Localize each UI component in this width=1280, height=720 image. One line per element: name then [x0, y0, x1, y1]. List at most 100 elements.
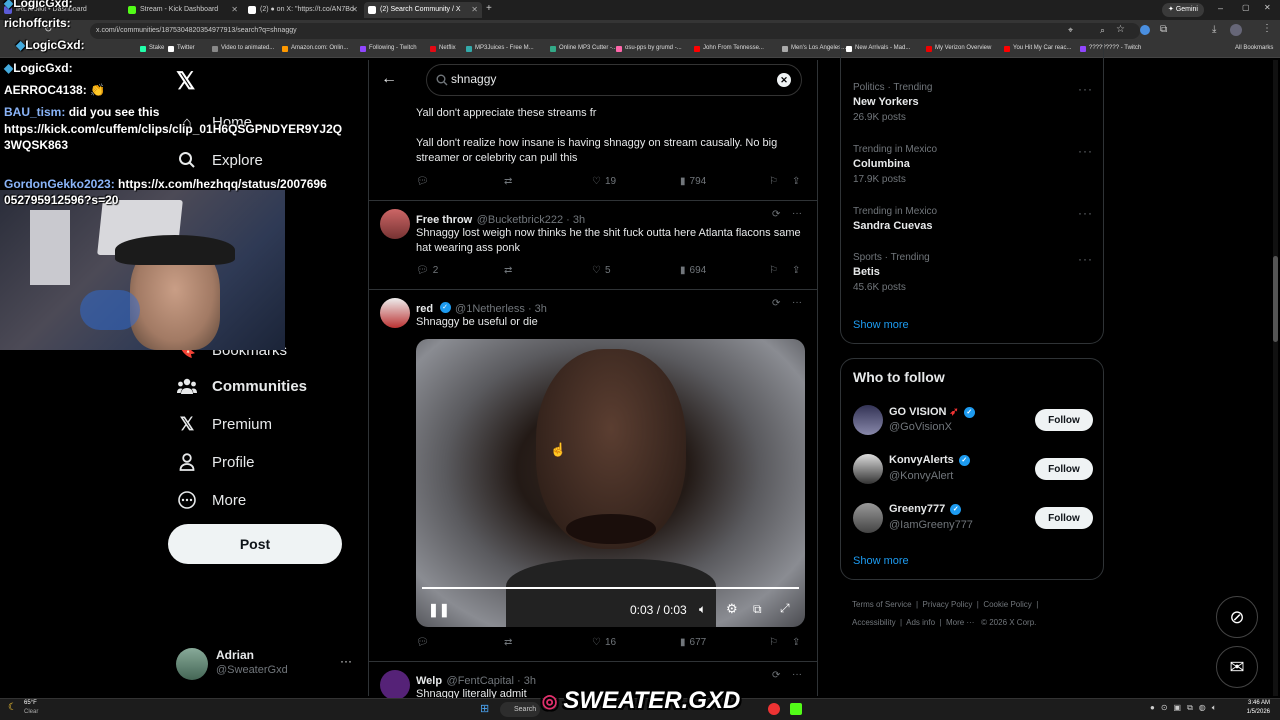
- chrome-icon[interactable]: [768, 703, 780, 715]
- share-icon[interactable]: ⇪: [792, 637, 800, 648]
- close-window-icon[interactable]: ✕: [1264, 3, 1271, 12]
- retweet-icon[interactable]: ⇄: [504, 265, 512, 276]
- follow-suggestion[interactable]: GO VISION ➶ ✓ @GoVisionX Follow: [853, 403, 1093, 439]
- follow-button[interactable]: Follow: [1035, 458, 1093, 480]
- follow-button[interactable]: Follow: [1035, 507, 1093, 529]
- bookmark-item[interactable]: Netflix: [430, 45, 456, 52]
- reply-icon[interactable]: 💬︎: [416, 176, 429, 187]
- tweet-more-icon[interactable]: ···: [792, 669, 802, 680]
- grok-icon[interactable]: ⟳: [772, 209, 780, 220]
- nav-profile[interactable]: Profile: [176, 444, 255, 480]
- trend-more-icon[interactable]: ···: [1078, 82, 1093, 96]
- share-icon[interactable]: ⇪: [792, 265, 800, 276]
- tweet-more-icon[interactable]: ···: [792, 208, 802, 219]
- profile-avatar-icon[interactable]: [1230, 24, 1242, 36]
- extensions-puzzle-icon[interactable]: ⧉: [1160, 24, 1167, 35]
- browser-menu-icon[interactable]: ⋮: [1262, 23, 1272, 34]
- trend-item[interactable]: Sports · Trending Betis 45.6K posts ···: [853, 252, 1093, 293]
- nav-communities[interactable]: Communities: [176, 368, 307, 404]
- picture-in-picture-icon[interactable]: ⧉: [753, 602, 762, 617]
- bookmark-item[interactable]: Online MP3 Cutter -...: [550, 45, 617, 52]
- reply-icon[interactable]: 💬︎: [416, 637, 429, 648]
- search-input[interactable]: [451, 72, 751, 86]
- views-button[interactable]: ▮ 694: [680, 265, 706, 276]
- settings-gear-icon[interactable]: ⚙: [726, 601, 738, 617]
- grok-icon[interactable]: ⟳: [772, 670, 780, 681]
- share-icon[interactable]: ⇪: [792, 176, 800, 187]
- volume-icon[interactable]: 🔈︎: [699, 602, 706, 617]
- grok-icon[interactable]: ⟳: [772, 298, 780, 309]
- new-tab-button[interactable]: +: [486, 3, 492, 14]
- follow-suggestion[interactable]: KonvyAlerts ✓ @KonvyAlert Follow: [853, 452, 1093, 488]
- follow-suggestion[interactable]: Greeny777 ✓ @IamGreeny777 Follow: [853, 501, 1093, 537]
- retweet-icon[interactable]: ⇄: [504, 176, 512, 187]
- video-progress-track[interactable]: [422, 587, 799, 589]
- extension-icon[interactable]: [1140, 25, 1150, 35]
- post-button[interactable]: Post: [168, 524, 342, 564]
- footer-link[interactable]: Privacy Policy: [923, 600, 973, 609]
- nav-more[interactable]: More: [176, 482, 246, 518]
- footer-link[interactable]: Ads info: [906, 618, 935, 627]
- tweet[interactable]: Free throw @Bucketbrick222 · 3h ⟳ ··· Sh…: [368, 201, 818, 290]
- tweet-author[interactable]: Free throw: [416, 214, 472, 226]
- bookmark-star-icon[interactable]: ☆: [1116, 24, 1125, 35]
- trend-more-icon[interactable]: ···: [1078, 252, 1093, 266]
- tweet[interactable]: Yall don't appreciate these streams fr Y…: [368, 98, 818, 201]
- trend-item[interactable]: Politics · Trending New Yorkers 26.9K po…: [853, 82, 1093, 123]
- retweet-icon[interactable]: ⇄: [504, 637, 512, 648]
- fullscreen-icon[interactable]: ⤢: [780, 601, 790, 616]
- trend-item[interactable]: Trending in Mexico Sandra Cuevas ···: [853, 206, 1093, 232]
- follow-button[interactable]: Follow: [1035, 409, 1093, 431]
- views-button[interactable]: ▮ 677: [680, 637, 706, 648]
- account-switcher[interactable]: Adrian @SweaterGxd ···: [176, 644, 356, 684]
- follow-show-more-link[interactable]: Show more: [853, 555, 909, 567]
- search-box[interactable]: ✕: [426, 64, 802, 96]
- download-icon[interactable]: ⤓: [1212, 24, 1216, 35]
- trend-more-icon[interactable]: ···: [1078, 144, 1093, 158]
- messages-mail-icon[interactable]: ✉: [1216, 646, 1258, 688]
- tweet-more-icon[interactable]: ···: [792, 297, 802, 308]
- tweet-author[interactable]: Welp: [416, 675, 442, 687]
- minimize-icon[interactable]: –: [1218, 3, 1223, 13]
- bookmark-icon[interactable]: ⚐: [769, 265, 778, 276]
- kick-app-icon[interactable]: [790, 703, 802, 715]
- diamond-icon: ◆: [4, 61, 14, 75]
- all-bookmarks-button[interactable]: All Bookmarks: [1226, 45, 1273, 51]
- bookmark-item[interactable]: John From Tennesse...: [694, 45, 764, 52]
- like-button[interactable]: ♡ 16: [592, 637, 616, 648]
- reply-button[interactable]: 💬︎ 2: [416, 265, 438, 276]
- close-tab-icon[interactable]: ✕: [471, 2, 478, 18]
- system-tray-icons[interactable]: ●⊙▣⧉◍🔈︎: [1150, 703, 1223, 713]
- footer-link[interactable]: Terms of Service: [852, 600, 912, 609]
- trend-count: 45.6K posts: [853, 282, 906, 293]
- views-button[interactable]: ▮ 794: [680, 176, 706, 187]
- scrollbar-thumb[interactable]: [1273, 256, 1278, 342]
- maximize-icon[interactable]: ▢: [1242, 3, 1250, 12]
- footer-link[interactable]: More ···: [946, 618, 974, 627]
- bookmark-item[interactable]: MP3Juices - Free M...: [466, 45, 534, 52]
- clear-search-icon[interactable]: ✕: [777, 73, 791, 87]
- scrollbar-track[interactable]: [1273, 60, 1278, 696]
- gemini-button[interactable]: ✦ Gemini: [1162, 3, 1204, 17]
- nav-premium[interactable]: 𝕏 Premium: [176, 406, 272, 442]
- grok-floating-icon[interactable]: ⊘: [1216, 596, 1258, 638]
- footer-link[interactable]: Accessibility: [852, 618, 896, 627]
- windows-start-icon[interactable]: ⊞: [480, 702, 489, 715]
- video-player[interactable]: ❚❚ 0:03 / 0:03 🔈︎ ⚙ ⧉ ⤢: [416, 339, 805, 627]
- zoom-icon[interactable]: ⌕: [1100, 25, 1105, 36]
- bookmark-icon[interactable]: ⚐: [769, 176, 778, 187]
- like-button[interactable]: ♡ 5: [592, 265, 611, 276]
- bookmark-item[interactable]: osu-pps by grumd -...: [616, 45, 682, 52]
- trend-more-icon[interactable]: ···: [1078, 206, 1093, 220]
- pause-icon[interactable]: ❚❚: [428, 602, 450, 618]
- trend-item[interactable]: Trending in Mexico Columbina 17.9K posts…: [853, 144, 1093, 185]
- footer-link[interactable]: Cookie Policy: [983, 600, 1031, 609]
- more-dots-icon[interactable]: ···: [340, 654, 352, 668]
- location-icon[interactable]: ⌖: [1068, 25, 1073, 36]
- bookmark-icon[interactable]: ⚐: [769, 637, 778, 648]
- like-button[interactable]: ♡ 19: [592, 176, 616, 187]
- tweet[interactable]: red ✓ @1Netherless · 3h ⟳ ··· Shnaggy be…: [368, 290, 818, 662]
- bookmark-item[interactable]: Men's Los Angeles...: [782, 45, 846, 52]
- tweet-author[interactable]: red: [416, 303, 433, 315]
- trends-show-more-link[interactable]: Show more: [853, 319, 909, 331]
